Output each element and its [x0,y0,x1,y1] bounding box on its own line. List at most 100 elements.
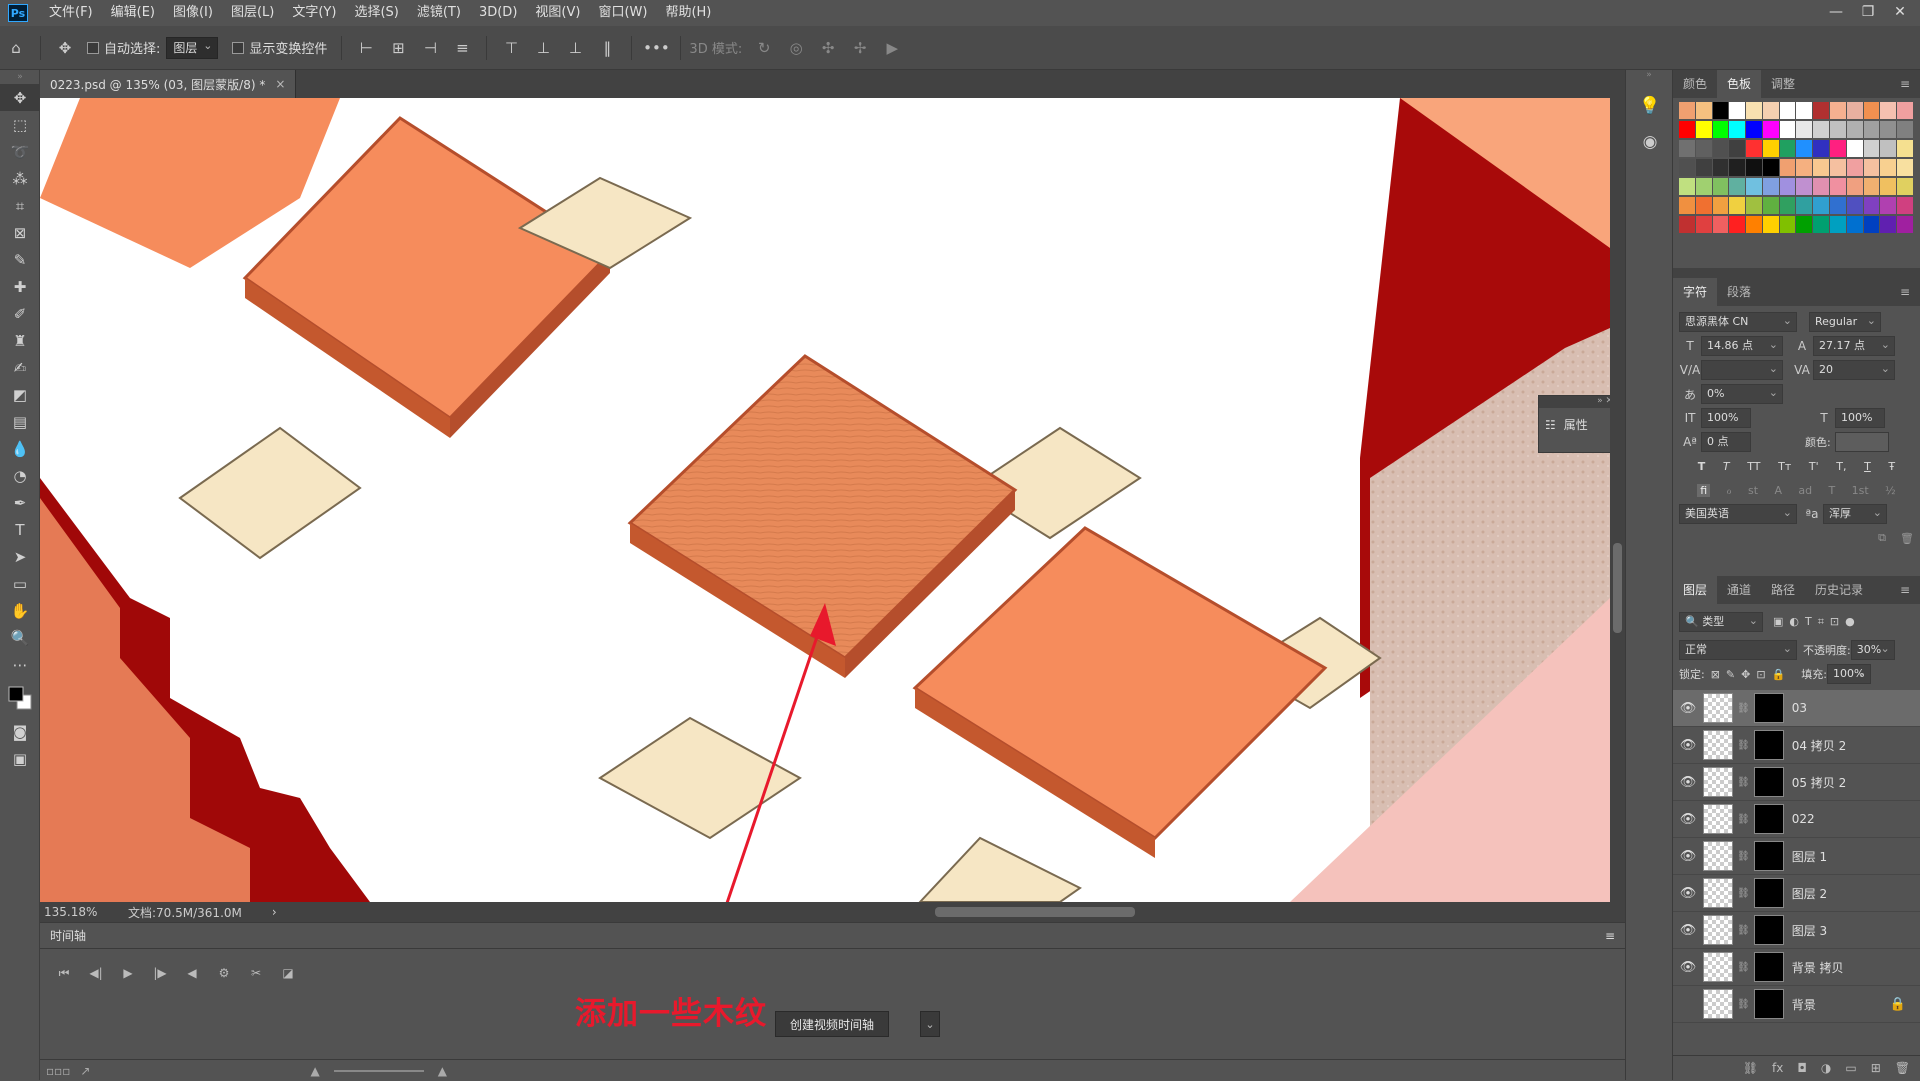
layer-row[interactable]: 👁 ⛓ 022 [1673,801,1920,838]
visibility-eye-icon[interactable]: 👁 [1673,738,1703,753]
vertical-scrollbar[interactable] [1610,98,1625,902]
3d-orbit-icon[interactable]: ↻ [752,36,776,60]
layer-name[interactable]: 背景 [1792,996,1816,1013]
color-swatch[interactable] [1729,197,1746,214]
link-icon[interactable]: ⛓ [1737,851,1750,862]
ligatures-button[interactable]: fi [1697,483,1711,497]
faux-bold-button[interactable]: T [1698,460,1706,473]
menu-layer[interactable]: 图层(L) [222,0,283,26]
kerning-field[interactable] [1701,360,1783,380]
pen-tool-icon[interactable]: ✒ [0,489,40,516]
color-swatch[interactable] [1846,178,1863,195]
superscript-button[interactable]: T' [1809,460,1819,473]
color-swatch[interactable] [1779,140,1796,157]
lightbulb-icon[interactable]: 💡 [1626,88,1674,124]
color-swatch[interactable] [1897,178,1913,195]
language-dropdown[interactable]: 美国英语 [1679,504,1797,524]
layer-name[interactable]: 05 拷贝 2 [1792,774,1847,791]
link-icon[interactable]: ⛓ [1737,703,1750,714]
quick-mask-icon[interactable]: ◙ [0,718,40,745]
more-tools-icon[interactable]: ⋯ [0,651,40,678]
font-family-dropdown[interactable]: 思源黑体 CN [1679,312,1797,332]
old-style-button[interactable]: ℴ [1727,484,1732,497]
titling-button[interactable]: T [1828,484,1835,497]
color-swatch[interactable] [1897,159,1913,176]
layer-row[interactable]: 👁 ⛓ 03 [1673,690,1920,727]
adjustment-layer-icon[interactable]: ◑ [1821,1061,1831,1075]
move-tool-icon[interactable]: ✥ [0,84,40,111]
color-swatch[interactable] [1796,178,1813,195]
3d-pan-icon[interactable]: ✣ [816,36,840,60]
color-swatch[interactable] [1880,121,1897,138]
link-icon[interactable]: ⛓ [1737,777,1750,788]
first-frame-icon[interactable]: ⏮ [48,961,80,985]
swatches-menu-icon[interactable]: ≡ [1890,70,1920,98]
layer-row[interactable]: ⛓ 背景 🔒 [1673,986,1920,1023]
color-swatch[interactable] [1746,178,1762,195]
color-swatch[interactable] [1779,121,1796,138]
baseline-shift-field[interactable]: 0 点 [1701,432,1751,452]
layer-mask-thumbnail[interactable] [1753,989,1784,1019]
link-icon[interactable]: ⛓ [1737,925,1750,936]
foreground-background-color-icon[interactable] [5,683,35,713]
font-size-field[interactable]: 14.86 点 [1701,336,1783,356]
type-tool-icon[interactable]: T [0,516,40,543]
color-swatch[interactable] [1830,216,1846,233]
color-swatch[interactable] [1729,159,1746,176]
color-swatch[interactable] [1846,102,1863,119]
color-swatch[interactable] [1846,159,1863,176]
color-swatch[interactable] [1712,159,1729,176]
color-swatch[interactable] [1863,197,1880,214]
filter-icons[interactable]: ▣◐T⌗⊡● [1773,615,1861,629]
visibility-eye-icon[interactable]: 👁 [1673,775,1703,790]
character-menu-icon[interactable]: ≡ [1890,278,1920,306]
color-swatch[interactable] [1796,197,1813,214]
link-icon[interactable]: ⛓ [1737,962,1750,973]
color-swatch[interactable] [1729,140,1746,157]
restore-button[interactable]: ❐ [1852,0,1884,24]
layer-row[interactable]: 👁 ⛓ 图层 1 [1673,838,1920,875]
libraries-icon[interactable]: ◉ [1626,124,1674,160]
document-canvas[interactable]: » ✕ ☷ 属性 [40,98,1610,902]
magic-wand-tool-icon[interactable]: ⁂ [0,165,40,192]
eyedropper-tool-icon[interactable]: ✎ [0,246,40,273]
tsume-field[interactable]: 0% [1701,384,1783,404]
transition-icon[interactable]: ◪ [272,961,304,985]
layer-filter-dropdown[interactable]: 🔍 类型 [1679,612,1763,632]
layer-name[interactable]: 图层 2 [1792,885,1827,902]
layer-mask-thumbnail[interactable] [1753,841,1784,871]
split-icon[interactable]: ✂ [240,961,272,985]
color-swatches-icon[interactable] [0,678,40,718]
color-swatch[interactable] [1813,178,1830,195]
color-swatch[interactable] [1813,102,1830,119]
color-swatch[interactable] [1779,102,1796,119]
color-swatch[interactable] [1846,121,1863,138]
color-swatch[interactable] [1796,216,1813,233]
visibility-eye-icon[interactable]: 👁 [1673,849,1703,864]
color-swatch[interactable] [1830,140,1846,157]
layer-row[interactable]: 👁 ⛓ 04 拷贝 2 [1673,727,1920,764]
vertical-scroll-thumb[interactable] [1613,543,1622,633]
color-swatch[interactable] [1813,159,1830,176]
move-tool-preset-icon[interactable]: ✥ [53,36,77,60]
close-document-icon[interactable]: × [275,77,285,91]
fill-field[interactable]: 100% [1827,664,1872,684]
dodge-tool-icon[interactable]: ◔ [0,462,40,489]
text-color-swatch[interactable] [1835,432,1889,452]
color-swatch[interactable] [1846,216,1863,233]
layers-menu-icon[interactable]: ≡ [1890,576,1920,604]
color-swatch[interactable] [1846,140,1863,157]
color-swatch[interactable] [1830,102,1846,119]
delete-layer-icon[interactable]: 🗑 [1895,1061,1910,1075]
color-swatch[interactable] [1695,121,1712,138]
audio-icon[interactable]: ◀ [176,961,208,985]
color-swatch[interactable] [1762,197,1779,214]
link-icon[interactable]: ⛓ [1737,740,1750,751]
color-swatch[interactable] [1762,216,1779,233]
blur-tool-icon[interactable]: 💧 [0,435,40,462]
menu-select[interactable]: 选择(S) [345,0,407,26]
color-swatch[interactable] [1679,216,1695,233]
layer-mask-thumbnail[interactable] [1753,952,1784,982]
color-swatch[interactable] [1679,178,1695,195]
discretionary-ligatures-button[interactable]: st [1748,484,1758,497]
